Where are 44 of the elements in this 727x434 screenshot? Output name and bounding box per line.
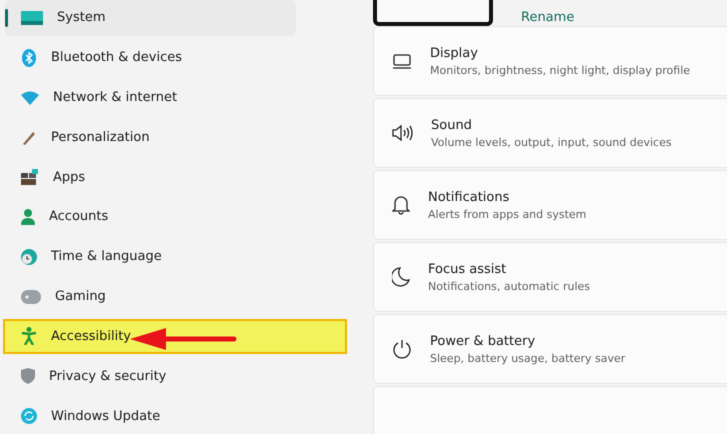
clock-globe-icon: [21, 248, 37, 265]
card-title: Sound: [431, 118, 473, 132]
nav-item[interactable]: Accounts: [5, 199, 296, 235]
nav-item[interactable]: Personalization: [5, 119, 296, 156]
speaker-icon: [392, 124, 413, 142]
card-subtitle: Alerts from apps and system: [428, 208, 586, 220]
nav-item[interactable]: Network & internet: [5, 80, 296, 116]
settings-card[interactable]: Power & battery Sleep, battery usage, battery saver: [373, 314, 727, 384]
settings-card[interactable]: Focus assist Notifications, automatic rules: [373, 242, 727, 312]
selection-indicator: [5, 9, 8, 27]
refresh-icon: [21, 408, 37, 424]
settings-card[interactable]: Notifications Alerts from apps and system: [373, 170, 727, 240]
card-subtitle: Sleep, battery usage, battery saver: [430, 352, 626, 364]
wifi-icon: [21, 90, 39, 105]
rename-link[interactable]: Rename: [521, 10, 574, 26]
brush-icon: [21, 129, 37, 146]
highlighted-nav-item[interactable]: Accessibility: [3, 318, 347, 354]
nav-item[interactable]: Gaming: [5, 278, 296, 314]
nav-item[interactable]: Time & language: [5, 238, 296, 275]
gamepad-icon: [21, 290, 41, 304]
card-subtitle: Monitors, brightness, night light, display profile: [430, 64, 690, 76]
accessibility-icon: [21, 327, 37, 346]
shield-icon: [21, 368, 35, 384]
bluetooth-icon: [21, 48, 37, 67]
nav-item[interactable]: System: [5, 0, 296, 36]
bell-icon: [392, 195, 410, 215]
laptop-icon: [392, 54, 412, 68]
person-icon: [21, 208, 35, 225]
settings-card[interactable]: Display Monitors, brightness, night light, display profile: [373, 26, 727, 96]
nav-item[interactable]: Apps: [5, 159, 296, 196]
moon-icon: [392, 267, 410, 287]
card-title: Notifications: [428, 190, 510, 204]
monitor-icon: [21, 10, 43, 25]
nav-item[interactable]: Bluetooth & devices: [5, 40, 296, 76]
apps-icon: [21, 169, 39, 186]
card-title: Power & battery: [430, 334, 536, 348]
card-subtitle: Notifications, automatic rules: [428, 280, 590, 292]
power-icon: [392, 339, 412, 359]
nav-item[interactable]: Windows Update: [5, 398, 296, 434]
card-subtitle: Volume levels, output, input, sound devices: [431, 136, 672, 148]
card-title: Display: [430, 46, 479, 60]
nav-item[interactable]: Privacy & security: [5, 358, 296, 394]
settings-card[interactable]: Sound Volume levels, output, input, sound devices: [373, 98, 727, 168]
card-title: Focus assist: [428, 262, 508, 276]
